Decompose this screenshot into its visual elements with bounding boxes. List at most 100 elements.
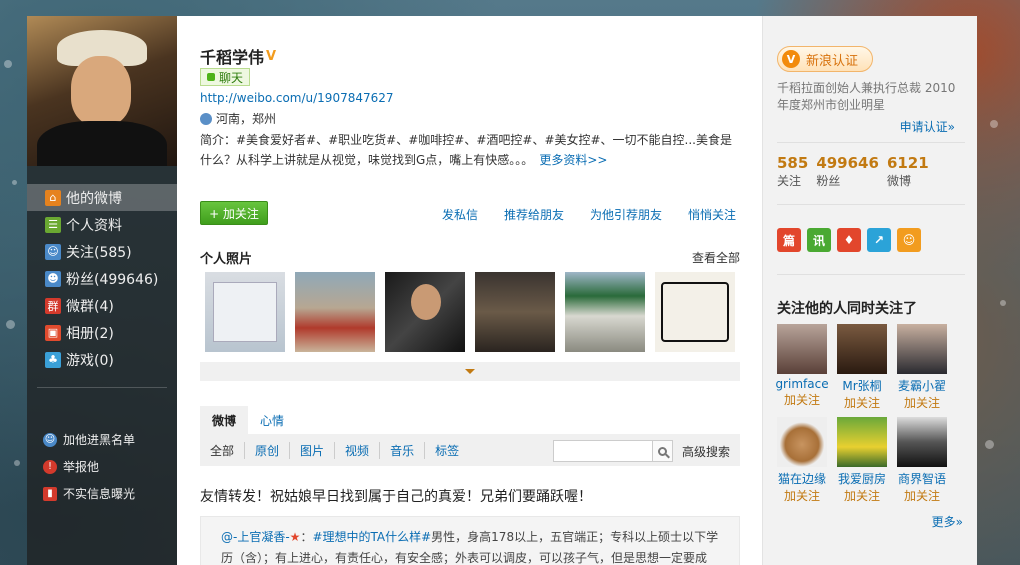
verified-icon: V bbox=[782, 50, 800, 68]
share-out-icon[interactable]: ↗ bbox=[867, 228, 891, 252]
suggested-user-name[interactable]: Mr张桐 bbox=[842, 377, 881, 394]
nav-item-weibo[interactable]: ⌂ 他的微博 bbox=[27, 184, 177, 211]
repost-tag-link[interactable]: #理想中的TA什么样# bbox=[312, 530, 431, 544]
chat-icon bbox=[207, 73, 215, 81]
filter-pictures[interactable]: 图片 bbox=[300, 441, 336, 459]
search-button[interactable] bbox=[653, 440, 673, 462]
suggested-user-name[interactable]: 商界智语 bbox=[898, 470, 946, 487]
suggested-user: 商界智语 加关注 bbox=[897, 417, 947, 504]
tab-mood[interactable]: 心情 bbox=[248, 406, 296, 434]
photo-thumbnail[interactable] bbox=[205, 272, 285, 352]
recommend-link[interactable]: 推荐给朋友 bbox=[504, 206, 564, 223]
nav-item-label: 游戏(0) bbox=[66, 352, 114, 369]
follow-button[interactable]: + 加关注 bbox=[200, 201, 268, 225]
stat-following[interactable]: 585 关注 bbox=[777, 154, 808, 189]
follow-link[interactable]: 加关注 bbox=[844, 487, 880, 504]
nav-item-games[interactable]: ♣ 游戏(0) bbox=[27, 346, 177, 373]
profile-intro: 简介：#美食爱好者#、#职业吃货#、#咖啡控#、#酒吧控#、#美女控#、一切不能… bbox=[200, 130, 740, 170]
nav-item-label: 粉丝(499646) bbox=[66, 271, 159, 288]
follow-link[interactable]: 加关注 bbox=[904, 487, 940, 504]
more-users-link[interactable]: 更多» bbox=[932, 513, 963, 530]
verify-label: 新浪认证 bbox=[806, 53, 859, 69]
photo-thumbnail[interactable] bbox=[295, 272, 375, 352]
apply-verify-link[interactable]: 申请认证» bbox=[900, 118, 955, 135]
group-icon: 群 bbox=[45, 297, 61, 314]
report-link[interactable]: ! 举报他 bbox=[27, 453, 177, 480]
divider bbox=[777, 274, 965, 275]
stat-fans[interactable]: 499646 粉丝 bbox=[816, 154, 879, 189]
verified-icon[interactable]: V bbox=[266, 49, 276, 64]
stat-label: 粉丝 bbox=[816, 174, 841, 188]
feed-search-input[interactable] bbox=[553, 440, 653, 462]
nav-item-label: 微群(4) bbox=[66, 298, 114, 315]
avatar[interactable] bbox=[777, 324, 827, 374]
nav-item-following[interactable]: ☺ 关注(585) bbox=[27, 238, 177, 265]
raindrop-decoration bbox=[990, 120, 998, 128]
article-icon[interactable]: 篇 bbox=[777, 228, 801, 252]
follow-link[interactable]: 加关注 bbox=[784, 487, 820, 504]
rumor-link[interactable]: ▮ 不实信息曝光 bbox=[27, 480, 177, 507]
avatar[interactable] bbox=[837, 417, 887, 467]
avatar[interactable] bbox=[27, 16, 177, 166]
fans-icon: ☻ bbox=[45, 270, 61, 287]
news-icon[interactable]: 讯 bbox=[807, 228, 831, 252]
suggested-user: 麦霸小翟 加关注 bbox=[897, 324, 947, 411]
filter-original[interactable]: 原创 bbox=[255, 441, 291, 459]
filter-tags[interactable]: 标签 bbox=[435, 442, 469, 459]
suggested-user-name[interactable]: 麦霸小翟 bbox=[898, 377, 946, 394]
suggested-user-name[interactable]: grimface bbox=[775, 377, 828, 391]
nav-item-groups[interactable]: 群 微群(4) bbox=[27, 292, 177, 319]
filter-music[interactable]: 音乐 bbox=[390, 441, 426, 459]
suggested-user-name[interactable]: 猫在边缘 bbox=[778, 470, 826, 487]
chat-button[interactable]: 聊天 bbox=[200, 68, 251, 86]
introduce-friends-link[interactable]: 为他引荐朋友 bbox=[590, 206, 662, 223]
follow-icon: ☺ bbox=[45, 243, 61, 260]
report-label: 举报他 bbox=[63, 460, 100, 474]
profile-icon: ☰ bbox=[45, 216, 61, 233]
follow-link[interactable]: 加关注 bbox=[784, 391, 820, 408]
follow-link[interactable]: 加关注 bbox=[904, 394, 940, 411]
advanced-search-link[interactable]: 高级搜索 bbox=[682, 443, 730, 460]
nav-item-album[interactable]: ▣ 相册(2) bbox=[27, 319, 177, 346]
view-all-photos-link[interactable]: 查看全部 bbox=[692, 249, 740, 266]
verify-description: 千稻拉面创始人兼执行总裁 2010年度郑州市创业明星 bbox=[777, 81, 956, 112]
repost-colon: ： bbox=[300, 530, 313, 544]
photo-thumbnail[interactable] bbox=[565, 272, 645, 352]
send-message-link[interactable]: 发私信 bbox=[442, 206, 478, 223]
repost-line: @-上官凝香-★：#理想中的TA什么样#男性，身高178以上，五官端正；专科以上… bbox=[221, 527, 721, 548]
stat-number: 585 bbox=[777, 154, 809, 172]
profile-url-link[interactable]: http://weibo.com/u/1907847627 bbox=[200, 91, 394, 105]
smile-icon[interactable]: ☺ bbox=[897, 228, 921, 252]
follow-link[interactable]: 加关注 bbox=[844, 394, 880, 411]
avatar[interactable] bbox=[897, 324, 947, 374]
person-icon bbox=[200, 112, 212, 125]
filter-all[interactable]: 全部 bbox=[210, 441, 246, 459]
microphone-icon[interactable]: ♦ bbox=[837, 228, 861, 252]
photo-thumbnail[interactable] bbox=[475, 272, 555, 352]
raindrop-decoration bbox=[6, 320, 15, 329]
repost-user-link[interactable]: @-上官凝香- bbox=[221, 530, 290, 544]
blacklist-link[interactable]: ☺ 加他进黑名单 bbox=[27, 426, 177, 453]
nav-item-fans[interactable]: ☻ 粉丝(499646) bbox=[27, 265, 177, 292]
avatar[interactable] bbox=[897, 417, 947, 467]
quiet-follow-link[interactable]: 悄悄关注 bbox=[688, 206, 736, 223]
stat-weibo[interactable]: 6121 微博 bbox=[887, 154, 929, 189]
blacklist-label: 加他进黑名单 bbox=[63, 433, 136, 447]
post-text: 友情转发！祝姑娘早日找到属于自己的真爱！兄弟们要踊跃喔！ bbox=[200, 489, 592, 505]
avatar[interactable] bbox=[777, 417, 827, 467]
avatar[interactable] bbox=[837, 324, 887, 374]
suggested-user-name[interactable]: 我爱厨房 bbox=[838, 470, 886, 487]
raindrop-decoration bbox=[4, 60, 12, 68]
sina-verify-badge[interactable]: V 新浪认证 bbox=[777, 46, 874, 72]
more-info-link[interactable]: 更多资料>> bbox=[539, 153, 607, 167]
profile-actions: 发私信 推荐给朋友 为他引荐朋友 悄悄关注 bbox=[442, 206, 736, 223]
chevron-down-icon bbox=[465, 369, 475, 374]
nav-item-profile[interactable]: ☰ 个人资料 bbox=[27, 211, 177, 238]
filter-videos[interactable]: 视频 bbox=[345, 441, 381, 459]
photo-thumbnail[interactable] bbox=[655, 272, 735, 352]
photo-expand-toggle[interactable] bbox=[200, 362, 740, 381]
intro-text: 简介：#美食爱好者#、#职业吃货#、#咖啡控#、#酒吧控#、#美女控#、一切不能… bbox=[200, 133, 732, 167]
photo-thumbnail[interactable] bbox=[385, 272, 465, 352]
left-sidebar: ⌂ 他的微博 ☰ 个人资料 ☺ 关注(585) ☻ 粉丝(499646) 群 微… bbox=[27, 16, 177, 565]
tab-weibo[interactable]: 微博 bbox=[200, 406, 249, 434]
